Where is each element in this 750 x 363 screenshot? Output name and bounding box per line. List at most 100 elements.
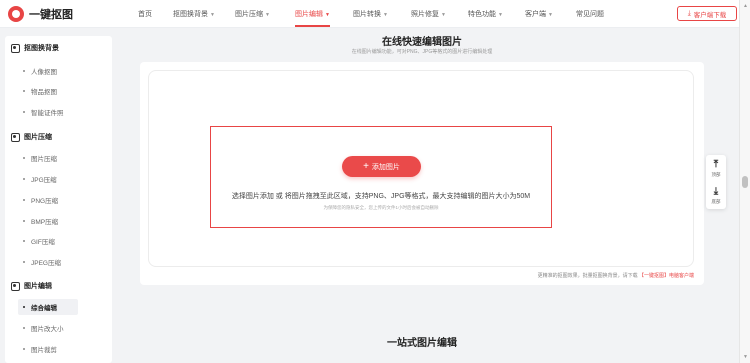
sidebar-item-general-edit[interactable]: 综合编辑 (18, 299, 78, 315)
drop-hint-text: 选择图片添加 或 将图片拖拽至此区域，支持PNG、JPG等格式，最大支持编辑的图… (231, 193, 531, 200)
floating-scroll-bar: ⤒ 顶部 ⤓ 底部 (706, 155, 726, 209)
nav-item-home[interactable]: 首页 (138, 9, 152, 19)
back-to-top-label: 顶部 (711, 171, 721, 177)
bullet-icon (23, 327, 25, 329)
arrow-down-icon: ⤓ (713, 185, 719, 197)
go-to-bottom-button[interactable]: ⤓ 底部 (706, 182, 726, 209)
client-download-link[interactable]: 【一键抠图】电脑客户端 (639, 273, 694, 279)
client-promo-text: 更精准的抠图效果，批量抠图换背景，请下载 (537, 273, 638, 279)
sidebar-item-label: 人像抠图 (31, 69, 57, 76)
bullet-icon (23, 111, 25, 113)
sidebar-item-portrait-cutout[interactable]: 人像抠图 (5, 63, 112, 79)
nav-item-photo-repair[interactable]: 照片修复 ▼ (411, 9, 446, 19)
nav-item-image-edit[interactable]: 图片编辑 ▼ (295, 9, 330, 27)
sidebar-item-gif-compress[interactable]: GIF压缩 (5, 233, 112, 249)
chevron-down-icon: ▼ (325, 12, 330, 18)
scroll-down-icon[interactable]: ▼ (743, 354, 748, 360)
chevron-down-icon: ▼ (383, 12, 388, 18)
drop-zone[interactable]: + 添加图片 选择图片添加 或 将图片拖拽至此区域，支持PNG、JPG等格式，最… (210, 126, 552, 228)
sidebar-group-title: 抠图换背景 (24, 45, 59, 52)
chevron-down-icon: ▼ (265, 12, 270, 18)
nav-item-cutout-background[interactable]: 抠图换背景 ▼ (173, 9, 215, 19)
upload-area: + 添加图片 选择图片添加 或 将图片拖拽至此区域，支持PNG、JPG等格式，最… (148, 70, 694, 267)
nav-item-label: 图片转换 (353, 11, 381, 18)
image-icon (11, 281, 20, 291)
sidebar-group-edit[interactable]: 图片编辑 (11, 279, 52, 293)
nav-item-label: 抠图换背景 (173, 11, 208, 18)
image-icon (11, 43, 20, 53)
page-scrollbar[interactable]: ▲ ▼ (739, 0, 750, 363)
nav-item-image-convert[interactable]: 图片转换 ▼ (353, 9, 388, 19)
sidebar-item-id-photo[interactable]: 智能证件照 (5, 104, 112, 120)
bullet-icon (23, 70, 25, 72)
bullet-icon (23, 90, 25, 92)
bullet-icon (23, 240, 25, 242)
top-navigation-bar: 一键抠图 首页 抠图换背景 ▼ 图片压缩 ▼ 图片编辑 ▼ 图片转换 ▼ 照片修复 ▼ 特… (0, 0, 750, 28)
sidebar-item-image-compress[interactable]: 图片压缩 (5, 150, 112, 166)
logo[interactable]: 一键抠图 (8, 6, 73, 22)
bullet-icon (23, 220, 25, 222)
privacy-note: 为保障您的隐私安全，您上传的文件1小时后会被自动删除 (323, 205, 439, 210)
sidebar-item-label: 智能证件照 (31, 110, 64, 117)
nav-item-label: 特色功能 (468, 11, 496, 18)
sidebar-item-label: PNG压缩 (31, 198, 59, 205)
sidebar-item-label: BMP压缩 (31, 219, 59, 226)
sidebar-item-label: JPG压缩 (31, 177, 57, 184)
image-icon (11, 132, 20, 142)
bullet-icon (23, 157, 25, 159)
sidebar-item-png-compress[interactable]: PNG压缩 (5, 192, 112, 208)
scrollbar-thumb[interactable] (742, 176, 748, 188)
sidebar-item-label: JPEG压缩 (31, 260, 61, 267)
sidebar-item-jpeg-compress[interactable]: JPEG压缩 (5, 254, 112, 270)
bullet-icon (23, 261, 25, 263)
back-to-top-button[interactable]: ⤒ 顶部 (706, 155, 726, 182)
chevron-down-icon: ▼ (498, 12, 503, 18)
nav-item-label: 常见问题 (576, 11, 604, 18)
sidebar-group-compress[interactable]: 图片压缩 (11, 130, 52, 144)
bullet-icon (23, 199, 25, 201)
sidebar-item-label: GIF压缩 (31, 239, 55, 246)
client-download-button[interactable]: ⤓ 客户端下载 (677, 6, 737, 21)
add-image-label: 添加图片 (371, 163, 400, 171)
nav-item-image-compress[interactable]: 图片压缩 ▼ (235, 9, 270, 19)
nav-item-faq[interactable]: 常见问题 (576, 9, 604, 19)
sidebar-group-title: 图片压缩 (24, 134, 52, 141)
client-download-label: 客户端下载 (693, 11, 727, 19)
upload-card: + 添加图片 选择图片添加 或 将图片拖拽至此区域，支持PNG、JPG等格式，最… (140, 62, 704, 285)
sidebar-item-object-cutout[interactable]: 物品抠图 (5, 83, 112, 99)
client-promo: 更精准的抠图效果，批量抠图换背景，请下载 【一键抠图】电脑客户端 (538, 272, 694, 279)
nav-item-label: 图片编辑 (295, 11, 323, 18)
bullet-icon (23, 348, 25, 350)
nav-item-client[interactable]: 客户端 ▼ (525, 9, 553, 19)
go-to-bottom-label: 底部 (711, 198, 721, 204)
arrow-up-icon: ⤒ (713, 158, 719, 170)
add-image-button[interactable]: + 添加图片 (342, 156, 421, 177)
nav-item-label: 客户端 (525, 11, 546, 18)
sidebar-item-label: 图片裁剪 (31, 347, 57, 354)
page-title: 在线快速编辑图片 (382, 37, 462, 48)
nav-item-label: 图片压缩 (235, 11, 263, 18)
sidebar-item-label: 综合编辑 (31, 305, 57, 312)
logo-text: 一键抠图 (29, 9, 73, 21)
nav-item-label: 照片修复 (411, 11, 439, 18)
sidebar-item-label: 图片改大小 (31, 326, 64, 333)
section-title: 一站式图片编辑 (387, 338, 457, 349)
page-subtitle: 在线图片编辑功能，可对PNG、JPG等格式的图片进行编辑处理 (351, 49, 493, 55)
sidebar-item-label: 图片压缩 (31, 156, 57, 163)
chevron-down-icon: ▼ (441, 12, 446, 18)
sidebar-item-resize[interactable]: 图片改大小 (5, 320, 112, 336)
sidebar-item-bmp-compress[interactable]: BMP压缩 (5, 213, 112, 229)
sidebar-item-label: 物品抠图 (31, 89, 57, 96)
nav-item-features[interactable]: 特色功能 ▼ (468, 9, 503, 19)
sidebar-item-jpg-compress[interactable]: JPG压缩 (5, 171, 112, 187)
chevron-down-icon: ▼ (548, 12, 553, 18)
scroll-up-icon[interactable]: ▲ (743, 3, 748, 9)
sidebar-group-cutout[interactable]: 抠图换背景 (11, 41, 59, 55)
sidebar-group-title: 图片编辑 (24, 283, 52, 290)
logo-icon (8, 6, 24, 22)
chevron-down-icon: ▼ (210, 12, 215, 18)
bullet-icon (23, 178, 25, 180)
plus-icon: + (363, 160, 369, 172)
sidebar-item-crop[interactable]: 图片裁剪 (5, 341, 112, 357)
bullet-icon (23, 306, 25, 308)
